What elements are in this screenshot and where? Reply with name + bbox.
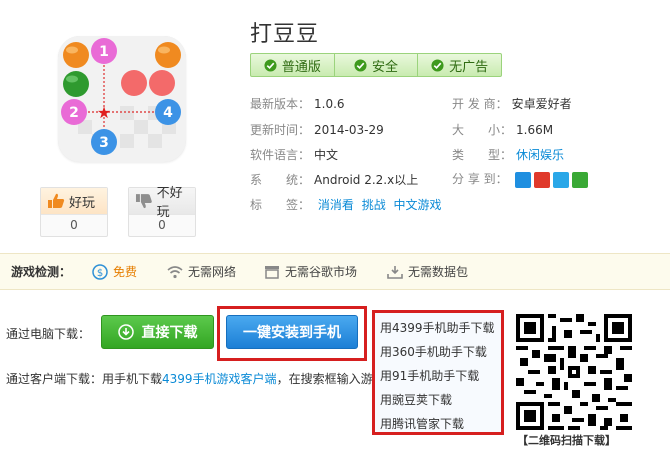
weibo-share-icon[interactable]	[534, 171, 551, 188]
detect-no-google-market: 无需谷歌市场	[264, 263, 357, 280]
system-value: Android 2.2.x以上	[314, 173, 419, 187]
download-box-icon	[387, 265, 403, 279]
download-circle-icon	[117, 324, 134, 340]
helper-item-wandoujia[interactable]: 用豌豆荚下载	[380, 388, 501, 412]
helper-item-360[interactable]: 用360手机助手下载	[380, 340, 501, 364]
qr-code	[516, 314, 632, 430]
clover-share-icon[interactable]	[572, 171, 589, 188]
detect-no-network: 无需网络	[167, 263, 236, 280]
svg-text:$: $	[97, 268, 103, 279]
category-link[interactable]: 休闲娱乐	[516, 148, 564, 162]
tag-link[interactable]: 中文游戏	[394, 198, 442, 212]
app-icon: 1 2 ★ 4 3	[58, 36, 186, 162]
thumbs-down-icon	[135, 194, 152, 209]
helper-item-tencent[interactable]: 用腾讯管家下载	[380, 412, 501, 436]
qzone-share-icon[interactable]	[515, 171, 532, 188]
qq-share-icon[interactable]	[553, 171, 570, 188]
info-category: 类 型： 休闲娱乐	[452, 148, 565, 162]
info-version: 最新版本： 1.0.6	[250, 97, 345, 111]
updated-value: 2014-03-29	[314, 123, 384, 137]
tag-link[interactable]: 消消看	[318, 198, 354, 212]
pc-download-label: 通过电脑下载：	[6, 327, 91, 341]
tag-link[interactable]: 挑战	[362, 198, 386, 212]
svg-text:4: 4	[163, 105, 173, 121]
detect-label: 游戏检测：	[11, 265, 72, 279]
like-count: 0	[70, 218, 78, 232]
coin-icon: $	[92, 263, 108, 280]
store-icon	[265, 265, 279, 279]
info-tags: 标 签： 消消看 挑战 中文游戏	[250, 198, 442, 212]
check-circle-icon	[431, 58, 444, 72]
check-circle-icon	[354, 58, 367, 72]
like-label: 好玩	[69, 195, 96, 211]
svg-text:2: 2	[69, 105, 79, 121]
dislike-vote-button[interactable]: 不好玩 0	[128, 186, 196, 237]
app-title: 打豆豆	[250, 22, 320, 47]
size-value: 1.66M	[516, 123, 554, 137]
info-size: 大 小： 1.66M	[452, 123, 554, 137]
helper-download-menu: 用4399手机助手下载 用360手机助手下载 用91手机助手下载 用豌豆荚下载 …	[372, 310, 504, 435]
developer-value: 安卓爱好者	[511, 97, 572, 111]
helper-item-4399[interactable]: 用4399手机助手下载	[380, 316, 501, 340]
client-download-line: 通过客户端下载：用手机下载4399手机游戏客户端，在搜索框输入游戏	[6, 372, 385, 386]
thumbs-up-icon	[48, 193, 65, 208]
wifi-icon	[167, 265, 183, 278]
svg-text:★: ★	[97, 103, 111, 122]
info-share: 分 享 到：	[452, 170, 589, 188]
share-icons	[515, 171, 589, 188]
direct-download-button[interactable]: 直接下载	[101, 315, 214, 349]
qr-caption: 【二维码扫描下载】	[517, 434, 616, 447]
helper-item-91[interactable]: 用91手机助手下载	[380, 364, 501, 388]
game-detect-bar: 游戏检测： $ 免费 无需网络 无需谷歌市场 无需数据包	[0, 253, 670, 290]
info-language: 软件语言： 中文	[250, 148, 339, 162]
like-vote-button[interactable]: 好玩 0	[40, 187, 108, 237]
badge-no-ads: 无广告	[418, 54, 501, 76]
detect-no-data-pack: 无需数据包	[387, 263, 468, 280]
one-click-install-button[interactable]: 一键安装到手机	[226, 315, 358, 349]
client-link[interactable]: 4399手机游戏客户端	[162, 372, 277, 386]
info-updated: 更新时间： 2014-03-29	[250, 123, 384, 137]
check-circle-icon	[264, 58, 277, 72]
svg-text:1: 1	[99, 44, 109, 60]
badge-normal: 普通版	[251, 54, 335, 76]
badge-safe: 安全	[335, 54, 419, 76]
info-developer: 开 发 商： 安卓爱好者	[452, 97, 572, 111]
language-value: 中文	[314, 148, 339, 162]
detect-free: $ 免费	[92, 263, 137, 280]
badge-bar: 普通版 安全 无广告	[250, 53, 502, 77]
dadoudou-game-icon: 1 2 ★ 4 3	[58, 36, 186, 162]
svg-text:3: 3	[99, 135, 109, 151]
version-value: 1.0.6	[314, 97, 345, 111]
info-system: 系 统： Android 2.2.x以上	[250, 173, 419, 187]
